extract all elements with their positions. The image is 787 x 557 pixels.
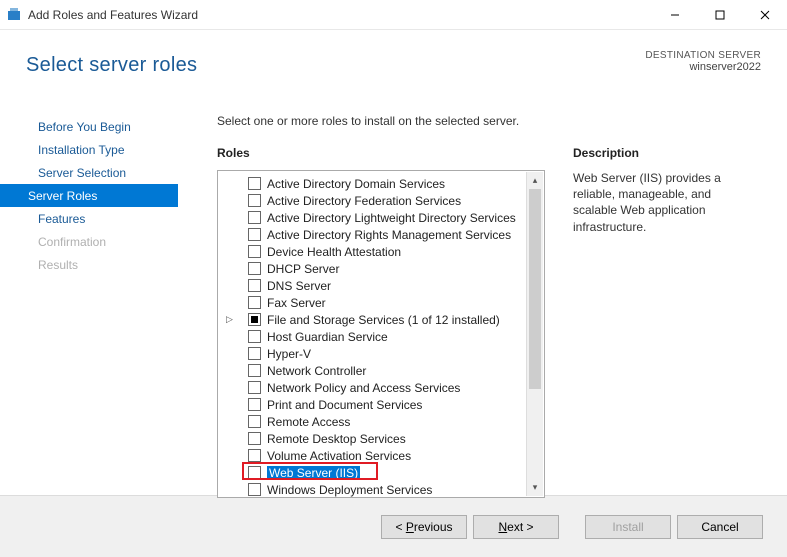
role-row[interactable]: Active Directory Domain Services — [218, 175, 544, 192]
destination-value: winserver2022 — [645, 61, 761, 73]
instruction-text: Select one or more roles to install on t… — [217, 114, 765, 128]
footer-bar: < Previous Next > Install Cancel — [0, 495, 787, 557]
step-server-selection[interactable]: Server Selection — [10, 161, 195, 184]
minimize-button[interactable] — [652, 0, 697, 29]
role-checkbox[interactable] — [248, 449, 261, 462]
role-checkbox[interactable] — [248, 330, 261, 343]
role-checkbox[interactable] — [248, 245, 261, 258]
role-label: File and Storage Services (1 of 12 insta… — [267, 313, 500, 327]
role-checkbox[interactable] — [248, 194, 261, 207]
role-checkbox[interactable] — [248, 177, 261, 190]
role-label: Active Directory Rights Management Servi… — [267, 228, 511, 242]
role-checkbox[interactable] — [248, 347, 261, 360]
destination-label: DESTINATION SERVER — [645, 50, 761, 61]
role-label: DHCP Server — [267, 262, 339, 276]
content-panel: Select one or more roles to install on t… — [195, 100, 787, 495]
expander-icon[interactable]: ▷ — [226, 314, 233, 325]
role-label: Network Controller — [267, 364, 366, 378]
role-checkbox[interactable] — [248, 211, 261, 224]
role-label: Device Health Attestation — [267, 245, 401, 259]
roles-listbox[interactable]: Active Directory Domain Services Active D… — [217, 170, 545, 498]
role-row[interactable]: Active Directory Lightweight Directory S… — [218, 209, 544, 226]
cancel-button[interactable]: Cancel — [677, 515, 763, 539]
role-row[interactable]: Device Health Attestation — [218, 243, 544, 260]
install-button: Install — [585, 515, 671, 539]
role-checkbox[interactable] — [248, 296, 261, 309]
role-label: Active Directory Federation Services — [267, 194, 461, 208]
description-text: Web Server (IIS) provides a reliable, ma… — [573, 170, 757, 235]
role-row[interactable]: Network Controller — [218, 362, 544, 379]
role-row[interactable]: Active Directory Federation Services — [218, 192, 544, 209]
window-title: Add Roles and Features Wizard — [28, 8, 652, 22]
next-button[interactable]: Next > — [473, 515, 559, 539]
roles-title: Roles — [217, 146, 545, 160]
step-confirmation: Confirmation — [10, 230, 195, 253]
step-results: Results — [10, 253, 195, 276]
body-area: Before You Begin Installation Type Serve… — [0, 100, 787, 495]
role-row[interactable]: DNS Server — [218, 277, 544, 294]
scroll-thumb[interactable] — [529, 189, 541, 389]
description-title: Description — [573, 146, 757, 160]
role-label: Active Directory Domain Services — [267, 177, 445, 191]
role-label: Fax Server — [267, 296, 326, 310]
role-label: Volume Activation Services — [267, 449, 411, 463]
role-label: Print and Document Services — [267, 398, 422, 412]
role-row[interactable]: ▷ File and Storage Services (1 of 12 inst… — [218, 311, 544, 328]
role-label: Hyper-V — [267, 347, 311, 361]
role-checkbox[interactable] — [248, 279, 261, 292]
close-button[interactable] — [742, 0, 787, 29]
role-checkbox[interactable] — [248, 228, 261, 241]
role-row[interactable]: Network Policy and Access Services — [218, 379, 544, 396]
header-band: Select server roles DESTINATION SERVER w… — [0, 30, 787, 100]
role-label: Remote Access — [267, 415, 350, 429]
role-checkbox[interactable] — [248, 381, 261, 394]
role-row[interactable]: Fax Server — [218, 294, 544, 311]
role-row[interactable]: Hyper-V — [218, 345, 544, 362]
role-checkbox[interactable] — [248, 364, 261, 377]
scroll-up-icon[interactable]: ▴ — [527, 172, 543, 189]
role-checkbox[interactable] — [248, 262, 261, 275]
role-row[interactable]: Host Guardian Service — [218, 328, 544, 345]
previous-button[interactable]: < Previous — [381, 515, 467, 539]
role-label: Host Guardian Service — [267, 330, 388, 344]
role-label: Network Policy and Access Services — [267, 381, 460, 395]
role-row[interactable]: Active Directory Rights Management Servi… — [218, 226, 544, 243]
role-row[interactable]: Print and Document Services — [218, 396, 544, 413]
maximize-button[interactable] — [697, 0, 742, 29]
role-label: Remote Desktop Services — [267, 432, 406, 446]
role-checkbox[interactable] — [248, 483, 261, 496]
title-bar: Add Roles and Features Wizard — [0, 0, 787, 30]
wizard-sidebar: Before You Begin Installation Type Serve… — [0, 100, 195, 495]
destination-block: DESTINATION SERVER winserver2022 — [645, 50, 761, 73]
role-checkbox[interactable] — [248, 415, 261, 428]
app-icon — [6, 7, 22, 23]
role-label: Active Directory Lightweight Directory S… — [267, 211, 516, 225]
role-row[interactable]: Remote Desktop Services — [218, 430, 544, 447]
step-before-you-begin[interactable]: Before You Begin — [10, 115, 195, 138]
role-row[interactable]: Remote Access — [218, 413, 544, 430]
highlight-annotation — [242, 462, 378, 480]
role-row[interactable]: DHCP Server — [218, 260, 544, 277]
step-installation-type[interactable]: Installation Type — [10, 138, 195, 161]
role-checkbox[interactable] — [248, 398, 261, 411]
step-server-roles[interactable]: Server Roles — [0, 184, 178, 207]
scroll-down-icon[interactable]: ▾ — [527, 479, 543, 496]
page-title: Select server roles — [26, 54, 197, 77]
role-row[interactable]: Windows Deployment Services — [218, 481, 544, 498]
role-label: DNS Server — [267, 279, 331, 293]
role-checkbox[interactable] — [248, 313, 261, 326]
step-features[interactable]: Features — [10, 207, 195, 230]
window-controls — [652, 0, 787, 29]
role-label: Windows Deployment Services — [267, 483, 432, 497]
roles-scrollbar[interactable]: ▴ ▾ — [526, 172, 543, 496]
role-checkbox[interactable] — [248, 432, 261, 445]
